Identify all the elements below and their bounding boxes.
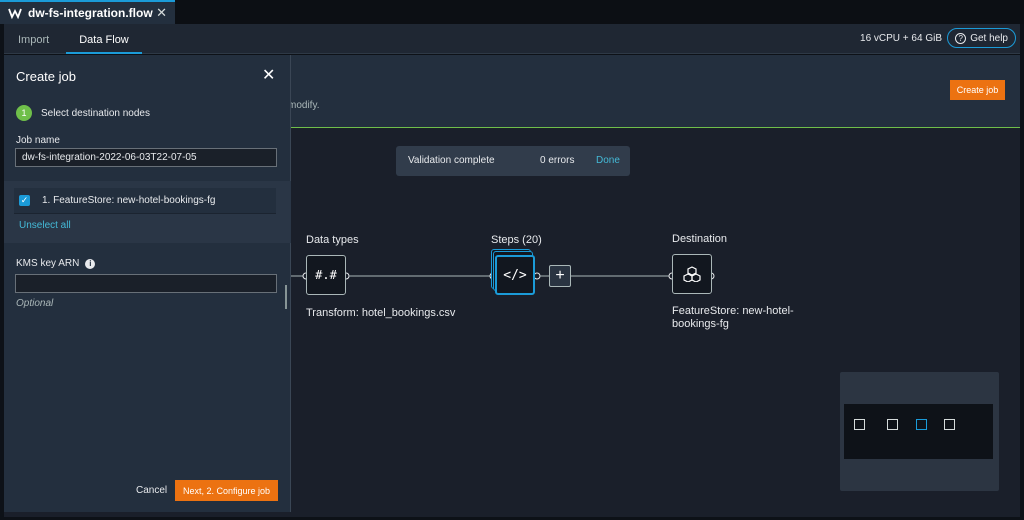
unselect-all-link[interactable]: Unselect all bbox=[19, 220, 71, 231]
minimap-node bbox=[887, 419, 898, 430]
destination-list: ✓ 1. FeatureStore: new-hotel-bookings-fg… bbox=[4, 181, 291, 243]
tab-data-flow[interactable]: Data Flow bbox=[66, 24, 142, 54]
destination-caption-line1: FeatureStore: new-hotel- bbox=[672, 305, 794, 317]
steps-title: Steps (20) bbox=[491, 234, 542, 246]
kms-key-label: KMS key ARN i bbox=[16, 258, 96, 269]
window-tab-bar: dw-fs-integration.flow ✕ bbox=[0, 0, 1024, 24]
feature-store-icon bbox=[683, 266, 701, 282]
info-icon[interactable]: i bbox=[85, 259, 96, 269]
destination-caption: FeatureStore: new-hotel- bookings-fg bbox=[672, 305, 794, 331]
instance-resources[interactable]: 16 vCPU + 64 GiB bbox=[860, 33, 942, 44]
help-icon: ? bbox=[955, 32, 967, 44]
destination-item[interactable]: ✓ 1. FeatureStore: new-hotel-bookings-fg bbox=[14, 188, 276, 214]
data-types-caption: Transform: hotel_bookings.csv bbox=[306, 307, 456, 319]
add-step-button[interactable]: + bbox=[549, 265, 571, 287]
get-help-label: Get help bbox=[970, 32, 1008, 44]
minimap-viewport[interactable] bbox=[844, 404, 993, 459]
file-tab[interactable]: dw-fs-integration.flow ✕ bbox=[0, 0, 175, 24]
data-types-node[interactable]: #.# bbox=[306, 255, 346, 295]
panel-scrollbar[interactable] bbox=[285, 285, 287, 309]
destination-item-label: 1. FeatureStore: new-hotel-bookings-fg bbox=[42, 195, 216, 206]
destination-caption-line2: bookings-fg bbox=[672, 318, 729, 330]
flow-minimap[interactable] bbox=[840, 372, 999, 491]
kms-key-label-text: KMS key ARN bbox=[16, 258, 80, 269]
destination-node[interactable] bbox=[672, 254, 712, 294]
next-configure-job-button[interactable]: Next, 2. Configure job bbox=[175, 480, 278, 501]
kms-optional-hint: Optional bbox=[16, 298, 54, 309]
panel-title: Create job bbox=[16, 69, 76, 84]
destination-title: Destination bbox=[672, 233, 728, 245]
job-name-input[interactable] bbox=[15, 148, 277, 167]
kms-key-input[interactable] bbox=[15, 274, 277, 293]
minimap-node bbox=[944, 419, 955, 430]
step-number-badge: 1 bbox=[16, 105, 32, 121]
data-types-title: Data types bbox=[306, 234, 359, 246]
data-wrangler-logo-icon bbox=[8, 8, 22, 19]
tab-import[interactable]: Import bbox=[18, 24, 49, 54]
minimap-node bbox=[916, 419, 927, 430]
sub-navigation: Import Data Flow 16 vCPU + 64 GiB ? Get … bbox=[4, 24, 1020, 54]
job-name-label: Job name bbox=[16, 135, 60, 146]
create-job-panel: Create job ✕ 1 Select destination nodes … bbox=[4, 55, 291, 512]
steps-node[interactable]: </> bbox=[495, 255, 535, 295]
get-help-button[interactable]: ? Get help bbox=[947, 28, 1016, 48]
destination-checkbox[interactable]: ✓ bbox=[19, 195, 30, 206]
file-tab-label: dw-fs-integration.flow bbox=[28, 6, 153, 20]
step-label: Select destination nodes bbox=[41, 108, 150, 119]
close-panel-icon[interactable]: ✕ bbox=[262, 65, 275, 85]
cancel-button[interactable]: Cancel bbox=[136, 485, 167, 496]
close-tab-icon[interactable]: ✕ bbox=[156, 5, 167, 21]
minimap-node bbox=[854, 419, 865, 430]
